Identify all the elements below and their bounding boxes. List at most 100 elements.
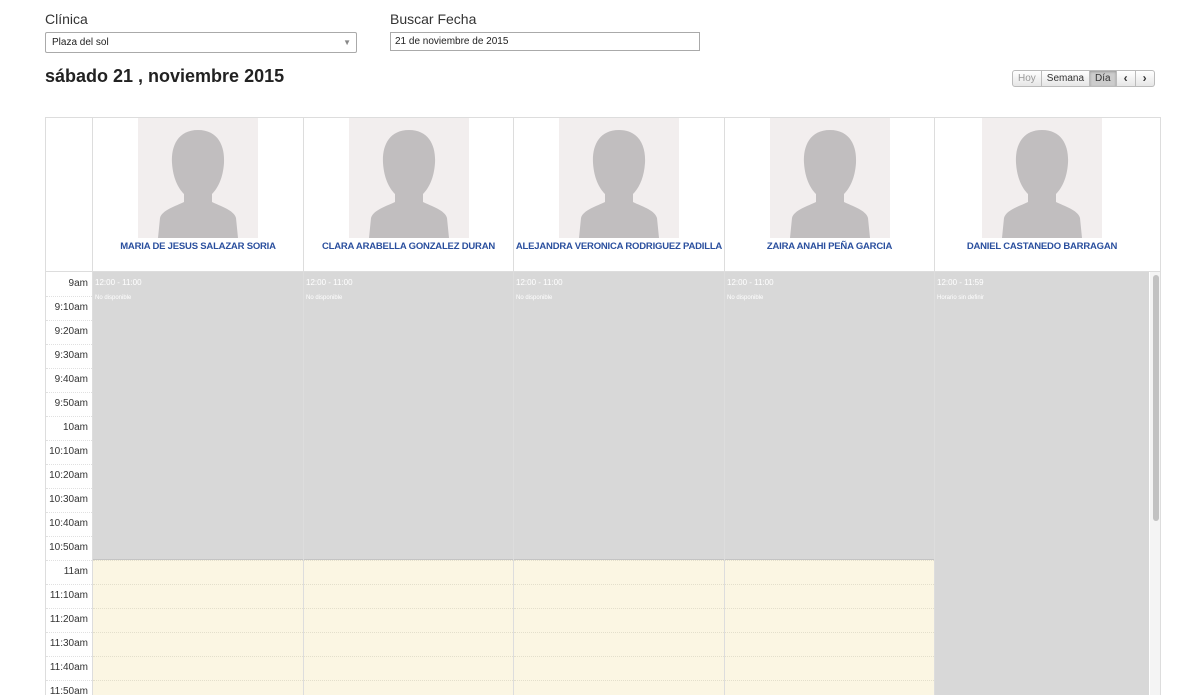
event-title: No disponible: [95, 295, 132, 301]
doctor-day-column[interactable]: 12:00 - 11:59 Horario sin definir: [934, 272, 1149, 695]
today-button[interactable]: Hoy: [1012, 70, 1042, 87]
time-label: 11am: [63, 566, 88, 577]
unavailable-block[interactable]: 12:00 - 11:00 No disponible: [725, 272, 934, 560]
slot-divider: [304, 656, 513, 657]
person-silhouette-icon: [1002, 130, 1082, 238]
slot-divider: [304, 632, 513, 633]
slot-divider: [514, 584, 724, 585]
doctor-day-column[interactable]: 12:00 - 11:00 No disponible: [513, 272, 724, 695]
event-title: No disponible: [516, 295, 553, 301]
doctor-day-column[interactable]: 12:00 - 11:00 No disponible: [724, 272, 934, 695]
time-label: 9:50am: [54, 398, 88, 409]
doctor-header: ALEJANDRA VERONICA RODRIGUEZ PADILLA: [513, 118, 724, 271]
view-buttons: Hoy Semana Día ‹ ›: [1012, 70, 1155, 87]
event-time: 12:00 - 11:00: [727, 278, 774, 287]
time-label: 11:30am: [49, 638, 88, 649]
time-divider: [46, 464, 92, 465]
slot-divider: [514, 608, 724, 609]
page-title: sábado 21 , noviembre 2015: [45, 66, 285, 86]
date-search-input[interactable]: [390, 32, 700, 51]
time-label: 11:20am: [49, 614, 88, 625]
doctor-name-link[interactable]: MARIA DE JESUS SALAZAR SORIA: [93, 241, 303, 252]
time-label: 10am: [62, 422, 88, 433]
prev-button[interactable]: ‹: [1116, 70, 1136, 87]
slot-divider: [725, 608, 934, 609]
time-label: 9am: [68, 278, 88, 289]
doctor-name-link[interactable]: ALEJANDRA VERONICA RODRIGUEZ PADILLA: [514, 241, 724, 252]
slot-divider: [304, 680, 513, 681]
slot-divider: [725, 656, 934, 657]
doctor-header: MARIA DE JESUS SALAZAR SORIA: [92, 118, 303, 271]
slot-divider: [514, 680, 724, 681]
clinic-select-value: Plaza del sol: [52, 37, 109, 48]
doctor-header: ZAIRA ANAHI PEÑA GARCIA: [724, 118, 934, 271]
time-label: 11:40am: [49, 662, 88, 673]
time-label: 9:40am: [54, 374, 88, 385]
slot-divider: [93, 560, 303, 561]
chevron-down-icon: ▼: [343, 38, 351, 47]
unavailable-block[interactable]: 12:00 - 11:00 No disponible: [514, 272, 724, 560]
slot-divider: [304, 584, 513, 585]
date-search-label: Buscar Fecha: [390, 11, 477, 27]
slot-divider: [514, 560, 724, 561]
time-divider: [46, 608, 92, 609]
doctor-header: CLARA ARABELLA GONZALEZ DURAN: [303, 118, 513, 271]
time-divider: [46, 680, 92, 681]
week-button[interactable]: Semana: [1041, 70, 1091, 87]
chevron-left-icon: ‹: [1123, 71, 1128, 85]
time-divider: [46, 368, 92, 369]
time-label: 10:30am: [49, 494, 88, 505]
doctor-name-link[interactable]: CLARA ARABELLA GONZALEZ DURAN: [304, 241, 513, 252]
time-label: 10:10am: [49, 446, 88, 457]
slot-divider: [93, 656, 303, 657]
scrollbar-thumb[interactable]: [1153, 275, 1159, 521]
clinic-select[interactable]: Plaza del sol ▼: [45, 32, 357, 53]
time-label: 9:20am: [54, 326, 88, 337]
event-title: No disponible: [727, 295, 764, 301]
slot-divider: [514, 656, 724, 657]
time-divider: [46, 656, 92, 657]
day-button[interactable]: Día: [1090, 70, 1117, 87]
avatar: [138, 118, 258, 238]
slot-divider: [93, 632, 303, 633]
next-button[interactable]: ›: [1135, 70, 1155, 87]
person-silhouette-icon: [158, 130, 238, 238]
vertical-scrollbar[interactable]: [1150, 272, 1160, 695]
time-divider: [46, 632, 92, 633]
doctor-day-column[interactable]: 12:00 - 11:00 No disponible: [92, 272, 303, 695]
person-silhouette-icon: [789, 130, 870, 238]
time-label: 11:10am: [49, 590, 88, 601]
slot-divider: [304, 608, 513, 609]
unavailable-block[interactable]: 12:00 - 11:59 Horario sin definir: [935, 272, 1149, 695]
time-label: 10:20am: [49, 470, 88, 481]
unavailable-block[interactable]: 12:00 - 11:00 No disponible: [304, 272, 513, 560]
calendar-body: 9am 9:10am 9:20am 9:30am 9:40am 9:50am 10am 10:…: [46, 271, 1160, 695]
event-title: No disponible: [306, 295, 343, 301]
time-divider: [46, 392, 92, 393]
time-label: 9:30am: [54, 350, 88, 361]
avatar: [348, 118, 469, 238]
time-label: 9:10am: [54, 302, 88, 313]
time-column: 9am 9:10am 9:20am 9:30am 9:40am 9:50am 10am 10:…: [46, 272, 92, 695]
time-divider: [46, 536, 92, 537]
time-divider: [46, 488, 92, 489]
slot-divider: [93, 680, 303, 681]
slot-divider: [725, 560, 934, 561]
slot-divider: [514, 632, 724, 633]
slot-divider: [725, 632, 934, 633]
avatar: [559, 118, 679, 238]
doctor-name-link[interactable]: DANIEL CASTANEDO BARRAGAN: [935, 241, 1149, 252]
slot-divider: [725, 680, 934, 681]
event-time: 12:00 - 11:59: [937, 278, 984, 287]
slot-divider: [304, 560, 513, 561]
avatar: [769, 118, 890, 238]
person-silhouette-icon: [579, 130, 659, 238]
event-time: 12:00 - 11:00: [516, 278, 563, 287]
doctor-day-column[interactable]: 12:00 - 11:00 No disponible: [303, 272, 513, 695]
time-label: 10:40am: [49, 518, 88, 529]
slot-divider: [725, 584, 934, 585]
doctor-name-link[interactable]: ZAIRA ANAHI PEÑA GARCIA: [725, 241, 934, 252]
time-label: 10:50am: [49, 542, 88, 553]
unavailable-block[interactable]: 12:00 - 11:00 No disponible: [93, 272, 303, 560]
calendar-header: MARIA DE JESUS SALAZAR SORIA CLARA ARABEL…: [46, 118, 1160, 271]
